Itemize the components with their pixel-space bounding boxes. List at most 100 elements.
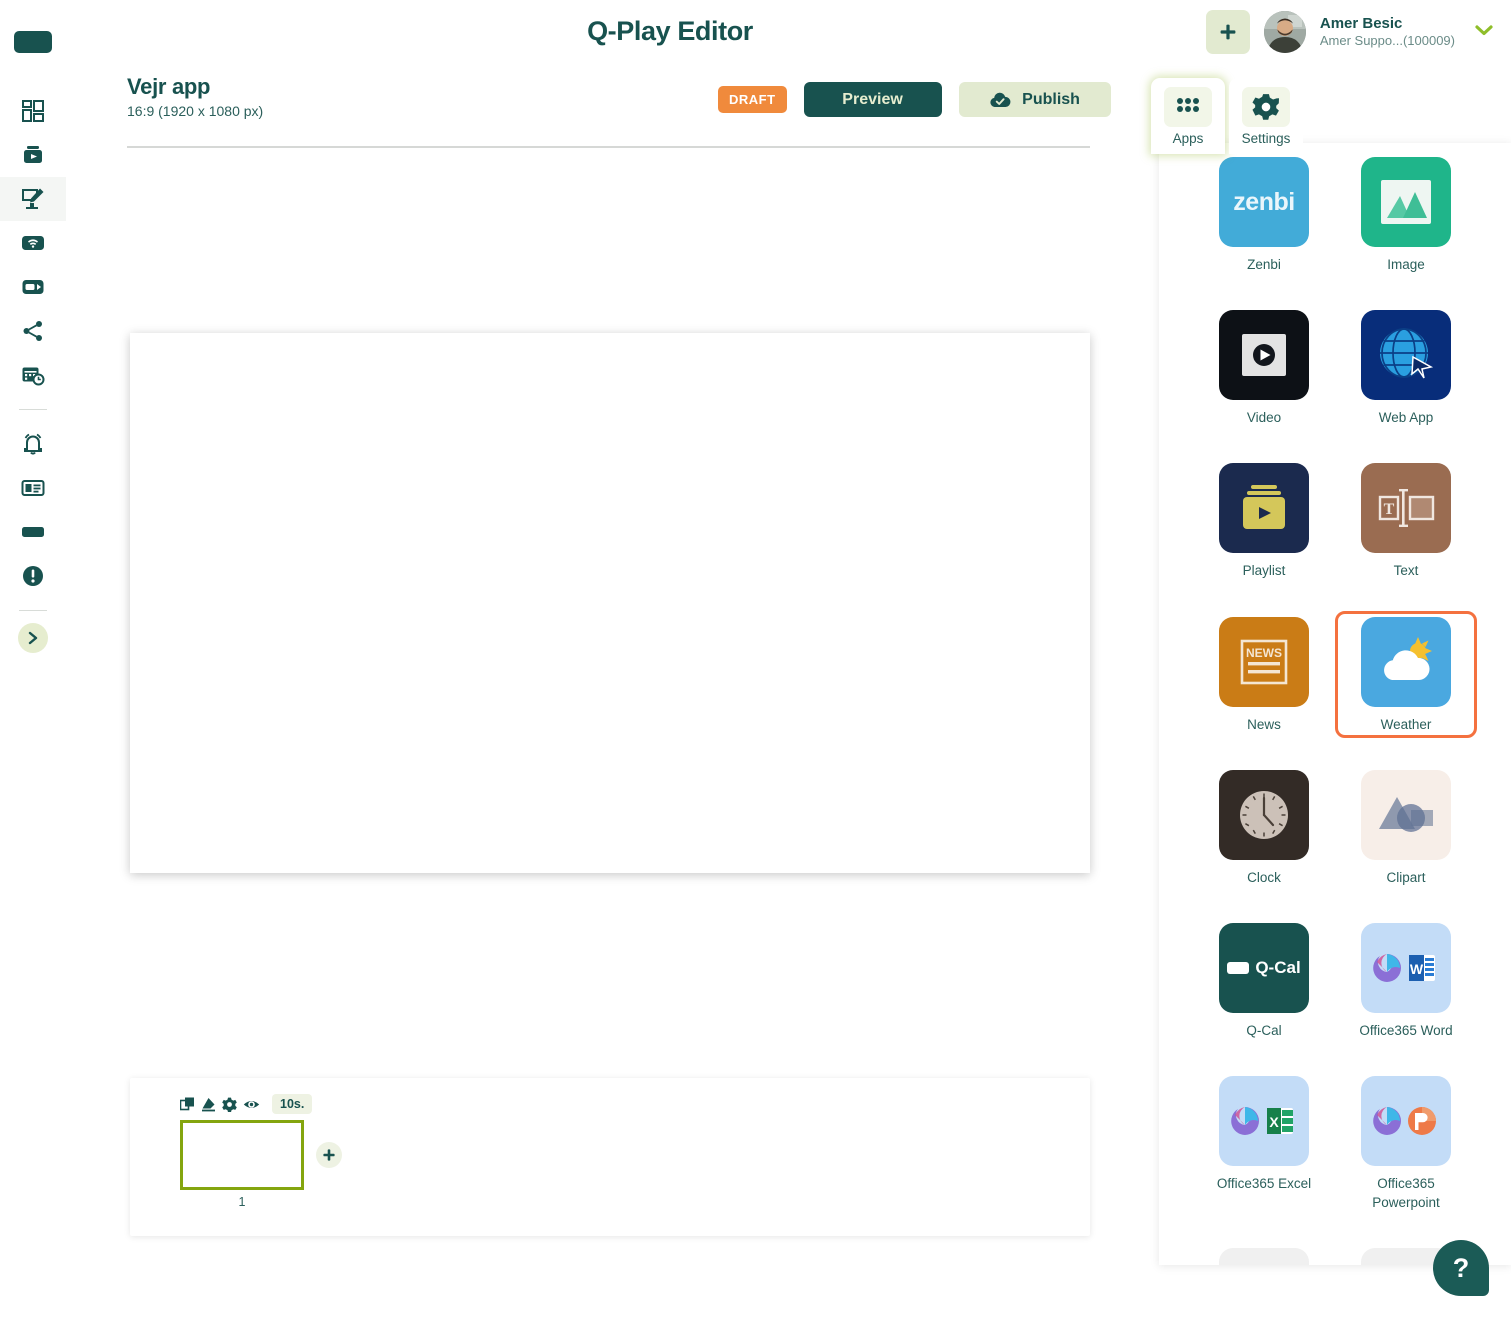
app-label: Text [1393,563,1419,579]
slide-duration-badge[interactable]: 10s. [272,1094,313,1114]
share-icon [23,321,42,341]
google-docs-icon [1219,1247,1309,1265]
app-item-weather[interactable]: Weather [1335,610,1477,738]
sidebar-item-display[interactable] [0,510,66,554]
plus-icon [323,1149,335,1161]
avatar-photo [1263,11,1306,53]
sidebar-item-media[interactable] [0,133,66,177]
header-actions: DRAFT Preview Publish [718,82,1111,117]
sidebar-item-editor[interactable] [0,177,66,221]
svg-text:X: X [1269,1114,1279,1130]
svg-text:W: W [1410,961,1424,977]
copy-icon[interactable] [180,1097,195,1112]
app-label: Weather [1380,716,1432,732]
expand-sidebar-button[interactable] [18,623,48,653]
app-item-text[interactable]: T Text [1335,457,1477,584]
sidebar-item-dashboard[interactable] [0,89,66,133]
app-item-office365-excel[interactable]: X Office365 Excel [1193,1070,1335,1215]
eraser-icon[interactable] [201,1097,216,1112]
app-item-office365-powerpoint[interactable]: Office365 Powerpoint [1335,1070,1477,1215]
sidebar-item-schedule[interactable] [0,353,66,397]
app-item-news[interactable]: NEWS News [1193,611,1335,738]
tab-settings-label: Settings [1241,131,1291,146]
slide-number: 1 [238,1195,246,1209]
app-label: Image [1387,257,1425,272]
app-item-clipart[interactable]: Clipart [1335,764,1477,891]
add-slide-button[interactable] [316,1142,342,1168]
app-label: Video [1246,410,1282,426]
sidebar-item-news[interactable] [0,466,66,510]
status-badge[interactable]: DRAFT [718,86,787,113]
slide-toolbar: 10s. [180,1094,313,1114]
app-item-playlist[interactable]: Playlist [1193,457,1335,584]
office-ppt-icon [1361,1076,1451,1167]
page-title: Q-Play Editor [587,16,753,46]
app-item-clock[interactable]: Clock [1193,764,1335,891]
account-text: Amer Besic Amer Suppo...(100009) [1320,15,1455,50]
office-word-icon: W [1361,923,1451,1014]
office-excel-icon: X [1219,1076,1309,1167]
chevron-right-icon [28,631,38,645]
app-logo[interactable] [14,31,52,53]
app-label: Clock [1247,869,1281,885]
app-label: Q-Cal [1246,1023,1282,1039]
edit-screen-icon [22,188,44,209]
news-icon: NEWS [1219,616,1309,707]
app-label: Office365 Powerpoint [1372,1176,1440,1210]
dashboard-icon [22,100,44,122]
account-name: Amer Besic [1319,14,1403,32]
app-label: News [1247,716,1281,732]
header-divider [127,146,1090,148]
app-item-image[interactable]: Image [1335,151,1477,278]
add-button[interactable] [1205,10,1250,54]
document-name: Vejr app [127,74,211,99]
cloud-check-icon [990,92,1011,107]
text-box-icon: T [1361,463,1451,554]
svg-text:T: T [1384,501,1395,518]
slide-thumbnail[interactable] [180,1120,304,1190]
calendar-clock-icon [22,367,45,386]
editor-canvas[interactable] [130,333,1090,873]
help-button[interactable]: ? [1433,1240,1489,1296]
publish-label: Publish [1022,90,1080,108]
app-item-video[interactable]: Video [1193,304,1335,431]
publish-button[interactable]: Publish [958,82,1111,117]
sidebar-item-share[interactable] [0,309,66,353]
app-item-web-app[interactable]: Web App [1335,304,1477,431]
chevron-down-icon [1475,24,1493,35]
sidebar-item-devices[interactable] [0,265,66,309]
preview-button[interactable]: Preview [803,82,942,117]
slide-strip [180,1120,342,1190]
sidebar-item-alerts[interactable] [0,422,66,466]
news-card-icon [21,480,45,496]
panel-tabs: Apps Settings [1151,78,1511,154]
app-item-q-cal[interactable]: Q-Cal Q-Cal [1193,917,1335,1044]
device-wallet-icon [22,280,44,294]
app-label: Web App [1378,410,1434,426]
rail-divider-2 [19,610,47,611]
app-label: Zenbi [1247,257,1281,272]
tab-settings[interactable]: Settings [1229,78,1303,154]
tab-apps[interactable]: Apps [1151,78,1225,154]
sidebar-item-broadcast[interactable] [0,221,66,265]
plus-icon [1220,24,1236,40]
rail-divider-1 [19,409,47,410]
zenbi-icon: zenbi [1219,157,1309,247]
app-label: Office365 Word [1359,1023,1453,1039]
bell-icon [24,433,42,455]
app-item-zenbi[interactable]: zenbi Zenbi [1193,151,1335,278]
gear-icon[interactable] [222,1097,237,1112]
wifi-icon [22,236,44,250]
sidebar-item-support[interactable] [0,554,66,598]
eye-icon[interactable] [243,1097,260,1112]
app-item-office365-word[interactable]: W Office365 Word [1335,917,1477,1044]
account-subtitle: Amer Suppo...(100009) [1319,33,1455,49]
avatar[interactable] [1263,11,1306,53]
account-menu-toggle[interactable] [1469,22,1495,43]
qcal-icon: Q-Cal [1219,923,1309,1014]
app-item-google-docs[interactable]: Google Docs [1193,1242,1335,1265]
apps-panel: zenbi Zenbi Image Video Web App Playlist… [1159,143,1511,1265]
image-icon [1361,157,1451,247]
clock-icon [1219,769,1309,860]
display-bar-icon [22,527,44,537]
